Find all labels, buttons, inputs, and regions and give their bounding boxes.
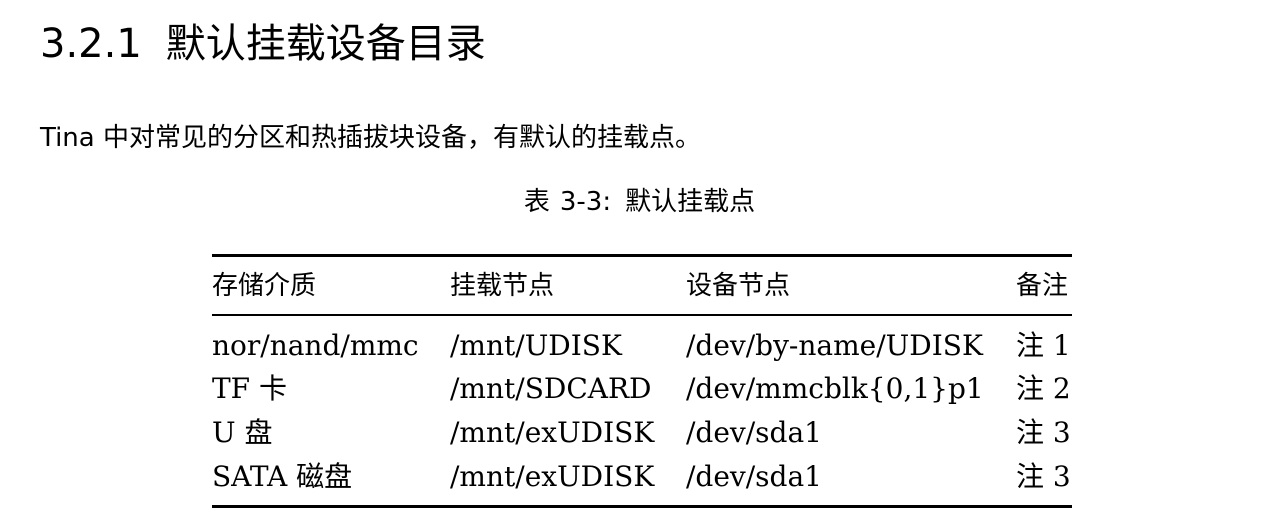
table-header-rule (212, 314, 1072, 316)
intro-paragraph: Tina 中对常见的分区和热插拔块设备，有默认的挂载点。 (40, 123, 701, 153)
caption-number: 3-3: (559, 187, 612, 217)
cell-device-node: /dev/sda1 (686, 416, 822, 449)
table-caption: 表 3-3: 默认挂载点 (0, 184, 1279, 220)
section-title: 默认挂载设备目录 (165, 21, 486, 67)
cell-device-node: /dev/mmcblk{0,1}p1 (686, 372, 984, 405)
cell-mount-node: /mnt/exUDISK (450, 460, 655, 493)
cell-mount-node: /mnt/UDISK (450, 329, 622, 362)
cell-device-node: /dev/sda1 (686, 460, 822, 493)
cell-storage-medium: nor/nand/mmc (212, 329, 419, 362)
header-storage-medium: 存储介质 (212, 271, 317, 301)
cell-storage-medium: TF 卡 (212, 372, 288, 405)
cell-storage-medium: U 盘 (212, 416, 273, 449)
caption-title: 默认挂载点 (625, 187, 756, 217)
table-bottom-rule (212, 505, 1072, 508)
caption-prefix: 表 (523, 187, 550, 217)
cell-remark: 注 3 (1016, 460, 1071, 493)
cell-device-node: /dev/by-name/UDISK (686, 329, 983, 362)
cell-remark: 注 1 (1016, 329, 1071, 362)
section-number: 3.2.1 (40, 21, 142, 67)
cell-remark: 注 3 (1016, 416, 1071, 449)
header-remark: 备注 (1016, 271, 1069, 301)
cell-mount-node: /mnt/SDCARD (450, 372, 652, 405)
header-mount-node: 挂载节点 (450, 271, 555, 301)
cell-storage-medium: SATA 磁盘 (212, 460, 353, 493)
header-device-node: 设备节点 (686, 271, 791, 301)
table-top-rule (212, 254, 1072, 257)
section-heading: 3.2.1 默认挂载设备目录 (40, 18, 486, 70)
cell-remark: 注 2 (1016, 372, 1071, 405)
cell-mount-node: /mnt/exUDISK (450, 416, 655, 449)
